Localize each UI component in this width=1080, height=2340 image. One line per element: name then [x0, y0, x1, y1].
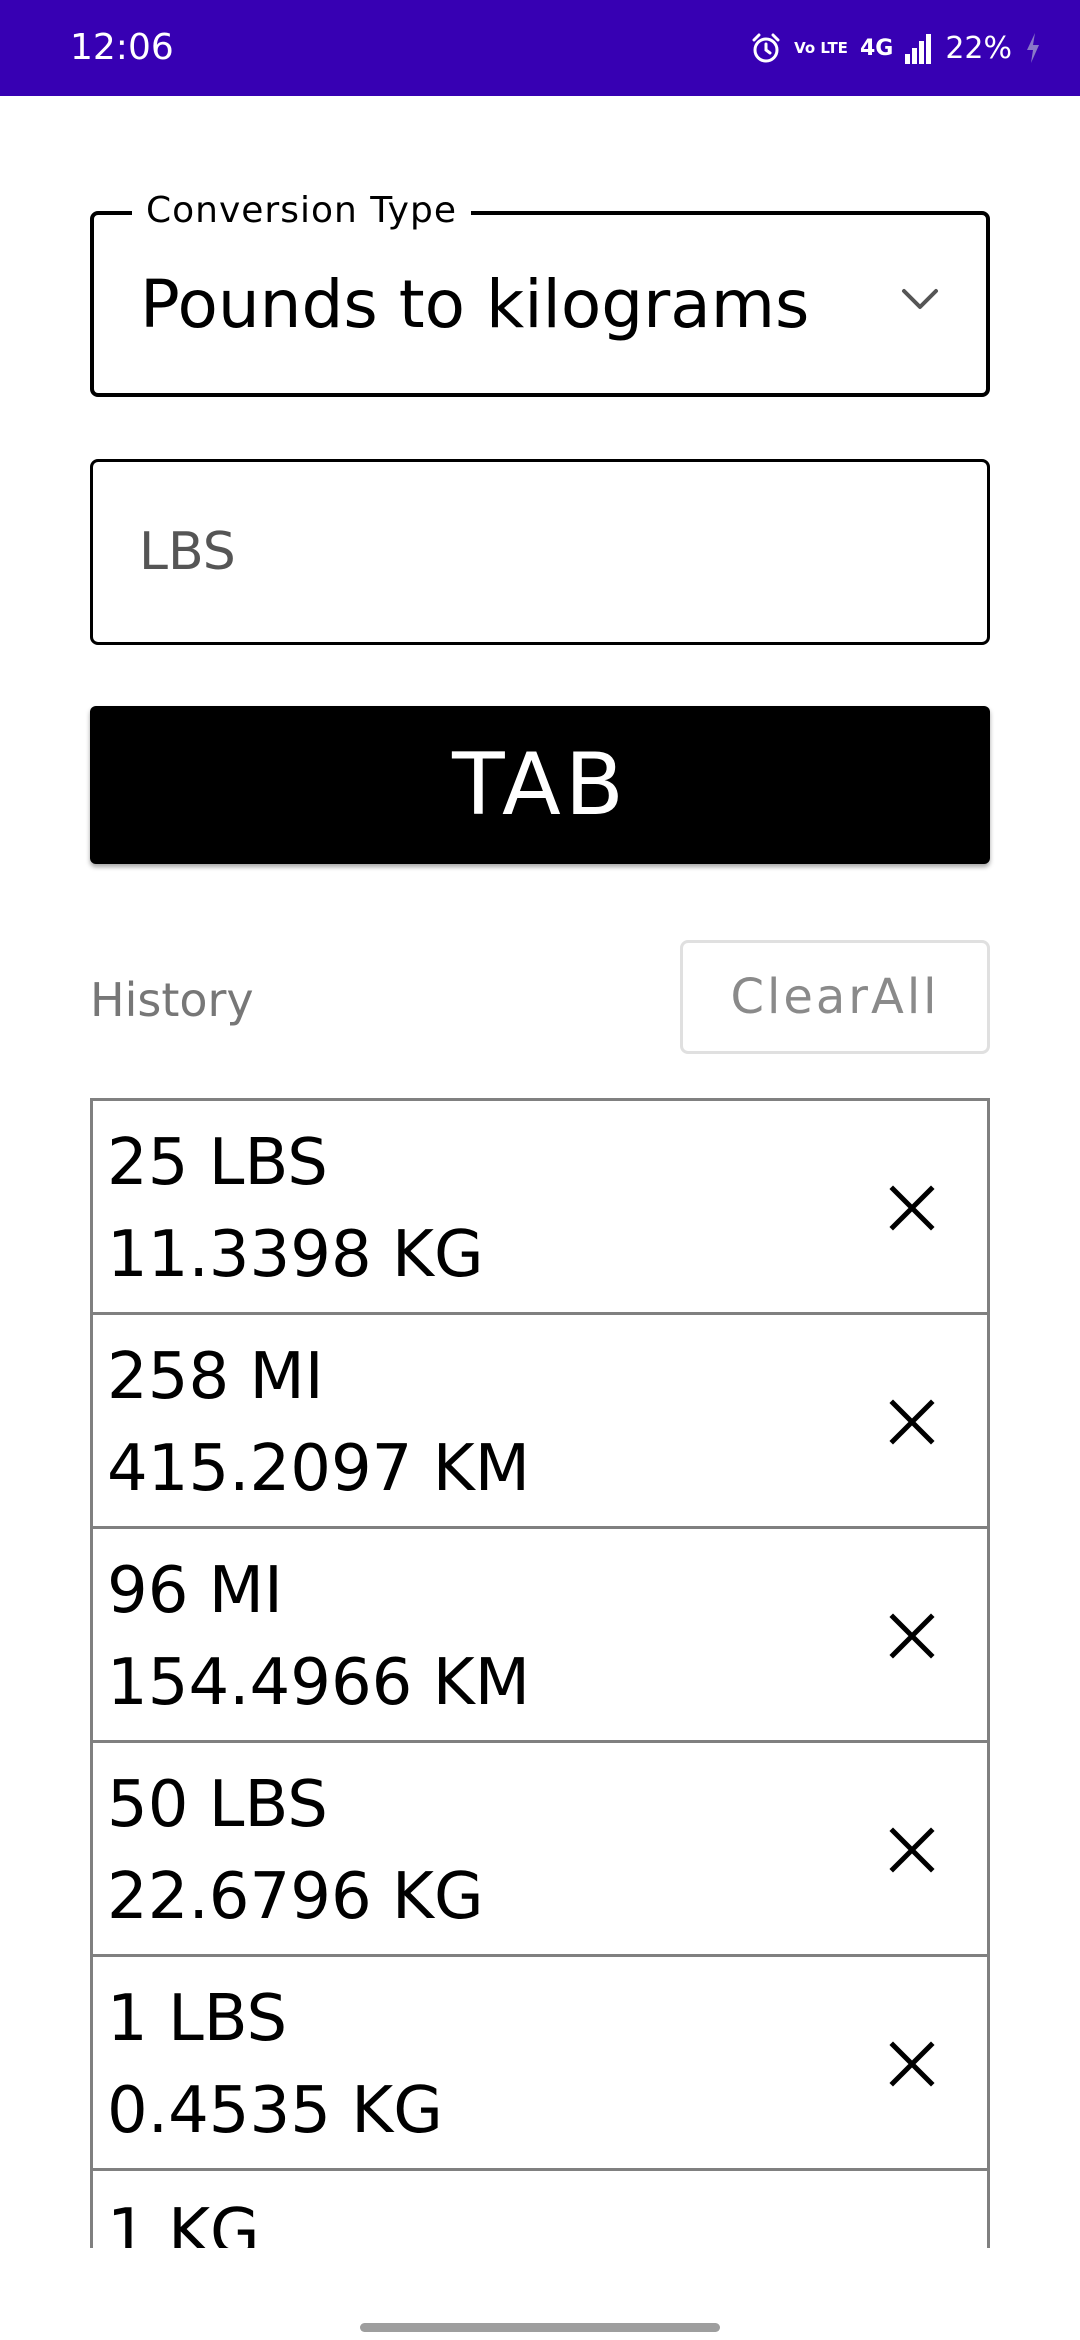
history-item-input: 1 KG [107, 2196, 260, 2248]
chevron-down-icon[interactable] [900, 287, 940, 313]
delete-close-icon[interactable] [887, 1825, 937, 1875]
history-item-result: 11.3398 KG [107, 1218, 484, 1292]
delete-close-icon[interactable] [887, 1397, 937, 1447]
history-item: 96 MI 154.4966 KM [93, 1529, 987, 1743]
status-time: 12:06 [70, 27, 174, 68]
delete-close-icon[interactable] [887, 1183, 937, 1233]
history-item-input: 258 MI [107, 1340, 324, 1414]
status-bar: 12:06 Vo LTE 4G 22% [0, 0, 1080, 96]
volte-icon: Vo LTE [794, 38, 848, 57]
history-item: 1 LBS 0.4535 KG [93, 1957, 987, 2171]
history-item: 25 LBS 11.3398 KG [93, 1101, 987, 1315]
status-icons: Vo LTE 4G 22% [750, 24, 1042, 72]
tab-button[interactable]: TAB [90, 706, 990, 864]
history-item-result: 154.4966 KM [107, 1646, 530, 1720]
conversion-type-value: Pounds to kilograms [140, 266, 810, 343]
history-item-input: 96 MI [107, 1554, 283, 1628]
clear-all-button[interactable]: ClearAll [680, 940, 990, 1054]
alarm-icon [752, 33, 780, 63]
history-item-result: 22.6796 KG [107, 1860, 484, 1934]
history-label: History [90, 973, 254, 1027]
history-item-result: 415.2097 KM [107, 1432, 530, 1506]
conversion-type-dropdown[interactable]: Conversion Type Pounds to kilograms [90, 187, 990, 397]
history-item: 1 KG [93, 2171, 987, 2248]
history-item-input: 50 LBS [107, 1768, 328, 1842]
history-item: 258 MI 415.2097 KM [93, 1315, 987, 1529]
signal-icon [905, 34, 932, 64]
conversion-type-label: Conversion Type [132, 187, 471, 235]
history-item-input: 25 LBS [107, 1126, 328, 1200]
history-item-input: 1 LBS [107, 1982, 288, 2056]
lbs-input[interactable] [90, 459, 990, 645]
history-item-result: 0.4535 KG [107, 2074, 443, 2148]
battery-charging-icon [1027, 33, 1039, 63]
delete-close-icon[interactable] [887, 1611, 937, 1661]
gesture-nav-handle[interactable] [360, 2323, 720, 2332]
delete-close-icon[interactable] [887, 2039, 937, 2089]
history-item: 50 LBS 22.6796 KG [93, 1743, 987, 1957]
battery-percent: 22% [945, 30, 1012, 66]
history-list[interactable]: 25 LBS 11.3398 KG 258 MI 415.2097 KM 96 … [90, 1098, 990, 2248]
network-type: 4G [859, 35, 894, 61]
